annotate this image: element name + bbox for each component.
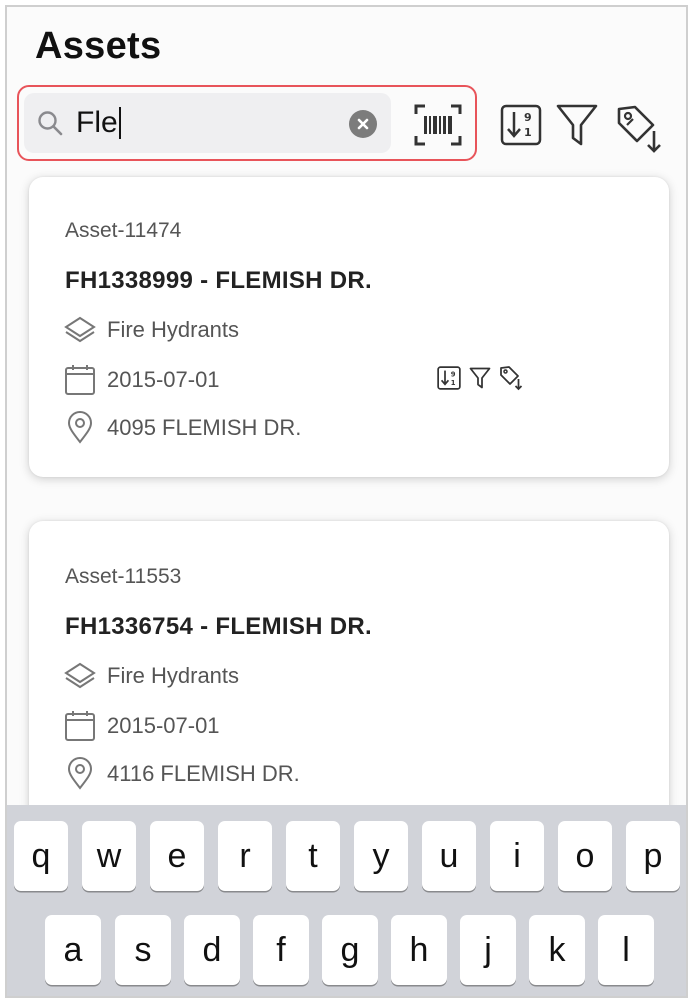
key-k[interactable]: k bbox=[529, 915, 585, 985]
key-o[interactable]: o bbox=[558, 821, 612, 891]
asset-category: Fire Hydrants bbox=[107, 663, 240, 688]
key-r[interactable]: r bbox=[218, 821, 272, 891]
key-a[interactable]: a bbox=[45, 915, 101, 985]
location-pin-icon bbox=[67, 757, 93, 790]
sort-icon[interactable]: 9 1 bbox=[500, 104, 542, 146]
asset-card[interactable]: Asset-11474 FH1338999 - FLEMISH DR. Fire… bbox=[29, 177, 669, 477]
search-icon bbox=[38, 111, 63, 136]
key-d[interactable]: d bbox=[184, 915, 240, 985]
text-caret bbox=[118, 107, 121, 139]
key-t[interactable]: t bbox=[286, 821, 340, 891]
filter-icon[interactable] bbox=[469, 366, 491, 390]
svg-text:9: 9 bbox=[524, 111, 532, 124]
calendar-icon bbox=[65, 365, 95, 395]
clear-icon[interactable] bbox=[349, 110, 377, 138]
asset-category-row: Fire Hydrants bbox=[63, 661, 239, 691]
sort-icon[interactable]: 9 1 bbox=[437, 366, 461, 390]
key-j[interactable]: j bbox=[460, 915, 516, 985]
key-y[interactable]: y bbox=[354, 821, 408, 891]
svg-text:9: 9 bbox=[451, 370, 456, 378]
asset-date-row: 2015-07-01 bbox=[63, 709, 220, 743]
search-field-value[interactable]: Fle bbox=[76, 106, 121, 139]
key-l[interactable]: l bbox=[598, 915, 654, 985]
key-f[interactable]: f bbox=[253, 915, 309, 985]
on-screen-keyboard: q w e r t y u i o p a s d f g h j k l bbox=[7, 805, 686, 996]
svg-text:1: 1 bbox=[451, 379, 456, 387]
asset-date: 2015-07-01 bbox=[107, 713, 220, 738]
asset-category: Fire Hydrants bbox=[107, 317, 240, 342]
page-title: Assets bbox=[35, 25, 162, 67]
close-icon bbox=[357, 118, 369, 130]
asset-date: 2015-07-01 bbox=[107, 367, 220, 392]
asset-id: Asset-11553 bbox=[65, 565, 182, 588]
key-w[interactable]: w bbox=[82, 821, 136, 891]
app-screen: Assets Fle 9 1 Asset-11474 FH1338999 - F… bbox=[5, 5, 688, 998]
asset-address-row: 4116 FLEMISH DR. bbox=[63, 757, 300, 791]
barcode-scan-icon[interactable] bbox=[413, 102, 463, 148]
location-pin-icon bbox=[67, 411, 93, 444]
asset-address: 4116 FLEMISH DR. bbox=[107, 761, 300, 786]
key-i[interactable]: i bbox=[490, 821, 544, 891]
key-p[interactable]: p bbox=[626, 821, 680, 891]
search-input[interactable]: Fle bbox=[24, 93, 391, 153]
key-s[interactable]: s bbox=[115, 915, 171, 985]
layers-icon bbox=[64, 316, 96, 343]
key-u[interactable]: u bbox=[422, 821, 476, 891]
asset-card[interactable]: Asset-11553 FH1336754 - FLEMISH DR. Fire… bbox=[29, 521, 669, 841]
filter-icon[interactable] bbox=[555, 101, 599, 149]
calendar-icon bbox=[65, 711, 95, 741]
tag-download-icon[interactable] bbox=[499, 365, 525, 391]
asset-name: FH1336754 - FLEMISH DR. bbox=[65, 613, 372, 640]
card-tools: 9 1 bbox=[437, 365, 525, 391]
asset-address: 4095 FLEMISH DR. bbox=[107, 415, 302, 440]
key-q[interactable]: q bbox=[14, 821, 68, 891]
layers-icon bbox=[64, 662, 96, 689]
key-h[interactable]: h bbox=[391, 915, 447, 985]
svg-text:1: 1 bbox=[524, 126, 532, 139]
key-e[interactable]: e bbox=[150, 821, 204, 891]
search-query-text: Fle bbox=[76, 106, 118, 139]
key-g[interactable]: g bbox=[322, 915, 378, 985]
asset-address-row: 4095 FLEMISH DR. bbox=[63, 411, 301, 445]
asset-name: FH1338999 - FLEMISH DR. bbox=[65, 267, 372, 294]
asset-date-row: 2015-07-01 bbox=[63, 363, 220, 397]
asset-id: Asset-11474 bbox=[65, 219, 182, 242]
tag-download-icon[interactable] bbox=[615, 103, 667, 155]
asset-category-row: Fire Hydrants bbox=[63, 315, 239, 345]
